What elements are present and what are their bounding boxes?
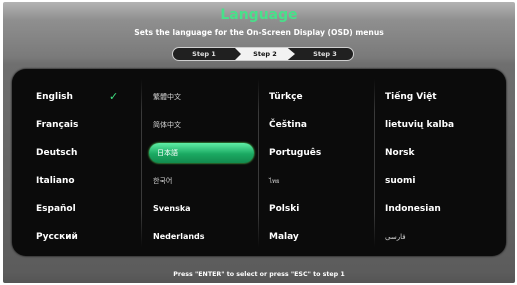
- language-option-suomi[interactable]: suomi: [385, 167, 503, 195]
- language-option-simplified-chinese[interactable]: 简体中文: [153, 111, 271, 139]
- language-option-espanol[interactable]: Español: [36, 195, 154, 223]
- language-label: Français: [36, 120, 79, 130]
- language-option-norsk[interactable]: Norsk: [385, 139, 503, 167]
- language-label: Čeština: [269, 120, 307, 130]
- language-option-deutsch[interactable]: Deutsch: [36, 139, 154, 167]
- language-option-english[interactable]: English ✓: [36, 83, 154, 111]
- language-label: Español: [36, 204, 76, 214]
- language-label: Indonesian: [385, 204, 441, 214]
- language-label: English: [36, 92, 73, 102]
- language-option-russian[interactable]: Русский: [36, 223, 154, 251]
- footer-hint: Press "ENTER" to select or press "ESC" t…: [173, 271, 345, 278]
- language-label: 한국어: [153, 177, 173, 185]
- language-option-malay[interactable]: Malay: [269, 223, 387, 251]
- language-label: Polski: [269, 204, 300, 214]
- language-column-2: 繁體中文 简体中文 日本語 한국어 Svenska Nederlands: [149, 83, 271, 251]
- language-option-svenska[interactable]: Svenska: [153, 195, 271, 223]
- language-label: Português: [269, 148, 322, 158]
- language-label: فارسی: [385, 233, 406, 241]
- language-option-turkce[interactable]: Türkçe: [269, 83, 387, 111]
- language-column-1: English ✓ Français Deutsch Italiano Espa…: [36, 83, 154, 251]
- language-label: Svenska: [153, 204, 191, 213]
- language-label: ไทย: [269, 178, 280, 185]
- step-2-current: Step 2: [235, 48, 295, 60]
- step-3: Step 3: [313, 50, 337, 58]
- language-label: Malay: [269, 232, 299, 242]
- language-option-traditional-chinese[interactable]: 繁體中文: [153, 83, 271, 111]
- language-option-portugues[interactable]: Português: [269, 139, 387, 167]
- language-label: Norsk: [385, 148, 415, 158]
- language-panel: English ✓ Français Deutsch Italiano Espa…: [12, 69, 506, 256]
- language-label: 日本語: [157, 149, 178, 157]
- language-label: 繁體中文: [153, 93, 181, 101]
- language-option-lithuanian[interactable]: lietuvių kalba: [385, 111, 503, 139]
- language-column-3: Türkçe Čeština Português ไทย Polski Mala…: [269, 83, 387, 251]
- check-icon: ✓: [109, 90, 119, 103]
- language-option-persian[interactable]: فارسی: [385, 223, 503, 251]
- language-option-thai[interactable]: ไทย: [269, 167, 387, 195]
- language-column-4: Tiếng Việt lietuvių kalba Norsk suomi In…: [385, 83, 503, 251]
- language-option-cestina[interactable]: Čeština: [269, 111, 387, 139]
- page-title: Language: [220, 7, 298, 23]
- language-option-francais[interactable]: Français: [36, 111, 154, 139]
- language-option-polski[interactable]: Polski: [269, 195, 387, 223]
- language-option-japanese[interactable]: 日本語: [149, 139, 271, 167]
- language-option-nederlands[interactable]: Nederlands: [153, 223, 271, 251]
- language-option-vietnamese[interactable]: Tiếng Việt: [385, 83, 503, 111]
- language-label: Nederlands: [153, 232, 205, 241]
- step-indicator: Step 1 Step 2 Step 3: [172, 47, 354, 61]
- language-label: Русский: [36, 232, 78, 242]
- language-label: Deutsch: [36, 148, 78, 158]
- language-label: 简体中文: [153, 121, 181, 129]
- language-option-korean[interactable]: 한국어: [153, 167, 271, 195]
- language-label: Türkçe: [269, 92, 303, 102]
- language-label: Italiano: [36, 176, 75, 186]
- step-1: Step 1: [192, 50, 216, 58]
- osd-screen: Language Sets the language for the On-Sc…: [3, 2, 515, 283]
- page-subtitle: Sets the language for the On-Screen Disp…: [134, 28, 384, 37]
- language-label: suomi: [385, 176, 416, 186]
- language-label: lietuvių kalba: [385, 120, 455, 130]
- language-option-indonesian[interactable]: Indonesian: [385, 195, 503, 223]
- language-label: Tiếng Việt: [385, 92, 437, 102]
- language-option-italiano[interactable]: Italiano: [36, 167, 154, 195]
